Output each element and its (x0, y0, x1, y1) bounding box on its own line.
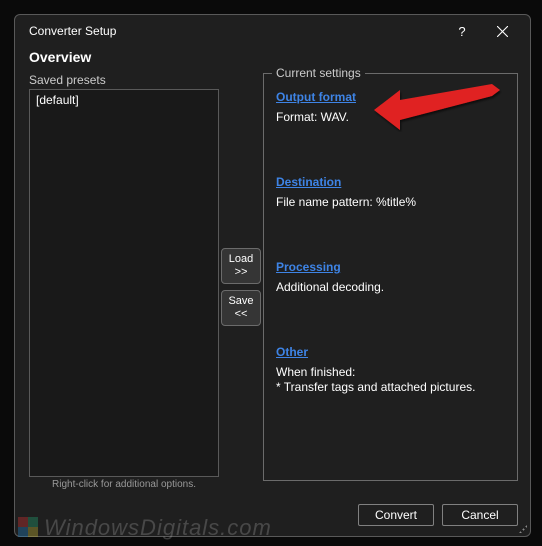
load-preset-button[interactable]: Load >> (221, 248, 261, 284)
current-settings-group: Current settings Output format Format: W… (263, 73, 518, 481)
save-preset-button[interactable]: Save << (221, 290, 261, 326)
processing-link[interactable]: Processing (276, 260, 341, 274)
settings-column: Current settings Output format Format: W… (263, 73, 530, 490)
current-settings-legend: Current settings (272, 66, 365, 80)
close-icon (497, 26, 508, 37)
content-area: Saved presets [default] Right-click for … (15, 73, 530, 490)
destination-link[interactable]: Destination (276, 175, 341, 189)
other-desc: When finished: * Transfer tags and attac… (276, 365, 505, 395)
output-format-section: Output format Format: WAV. (276, 88, 505, 125)
destination-desc: File name pattern: %title% (276, 195, 505, 210)
help-icon: ? (458, 24, 465, 39)
processing-section: Processing Additional decoding. (276, 258, 505, 295)
preset-listbox[interactable]: [default] (29, 89, 219, 477)
saved-presets-label: Saved presets (29, 73, 219, 87)
chevron-left-icon: << (222, 308, 260, 321)
titlebar: Converter Setup ? (15, 15, 530, 47)
window-title: Converter Setup (29, 24, 442, 38)
chevron-right-icon: >> (222, 266, 260, 279)
dialog-footer: Convert Cancel (358, 504, 518, 526)
close-button[interactable] (482, 17, 522, 45)
destination-section: Destination File name pattern: %title% (276, 173, 505, 210)
presets-hint: Right-click for additional options. (29, 479, 219, 490)
output-format-link[interactable]: Output format (276, 90, 356, 104)
load-label: Load (222, 253, 260, 266)
cancel-button[interactable]: Cancel (442, 504, 518, 526)
resize-grip-icon[interactable] (516, 522, 528, 534)
preset-item-default[interactable]: [default] (34, 92, 214, 108)
presets-column: Saved presets [default] Right-click for … (29, 73, 219, 490)
help-button[interactable]: ? (442, 17, 482, 45)
other-section: Other When finished: * Transfer tags and… (276, 343, 505, 395)
save-label: Save (222, 295, 260, 308)
processing-desc: Additional decoding. (276, 280, 505, 295)
converter-setup-dialog: Converter Setup ? Overview Saved presets… (14, 14, 531, 537)
convert-button[interactable]: Convert (358, 504, 434, 526)
other-link[interactable]: Other (276, 345, 308, 359)
output-format-desc: Format: WAV. (276, 110, 505, 125)
transfer-buttons: Load >> Save << (219, 73, 263, 490)
